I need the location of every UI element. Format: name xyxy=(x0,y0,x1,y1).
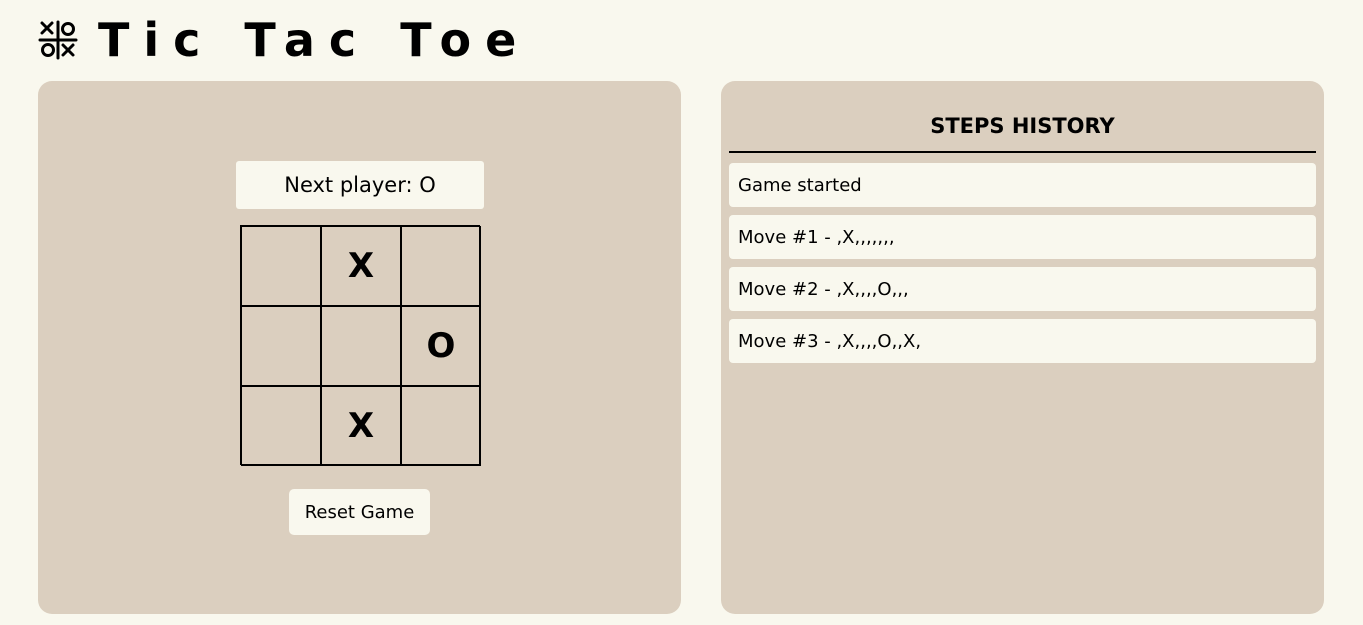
app-header: Tic Tac Toe xyxy=(38,14,530,66)
game-panel: Next player: O X O X Reset Game xyxy=(38,81,681,614)
history-item-move-3[interactable]: Move #3 - ,X,,,,O,,X, xyxy=(729,319,1316,363)
reset-game-button[interactable]: Reset Game xyxy=(289,489,430,535)
board-cell-4[interactable] xyxy=(241,306,321,386)
board-cell-2[interactable]: X xyxy=(321,226,401,306)
history-title: STEPS HISTORY xyxy=(729,101,1316,153)
game-board: X O X xyxy=(240,225,481,466)
history-item-start[interactable]: Game started xyxy=(729,163,1316,207)
history-list: Game started Move #1 - ,X,,,,,,, Move #2… xyxy=(729,163,1316,371)
board-cell-8[interactable]: X xyxy=(321,386,401,466)
board-cell-6[interactable]: O xyxy=(401,306,481,386)
page-title: Tic Tac Toe xyxy=(98,13,531,67)
next-player-status: Next player: O xyxy=(236,161,484,209)
history-panel: STEPS HISTORY Game started Move #1 - ,X,… xyxy=(721,81,1324,614)
board-cell-5[interactable] xyxy=(321,306,401,386)
board-cell-7[interactable] xyxy=(241,386,321,466)
tic-tac-toe-grid-icon xyxy=(38,20,78,60)
board-cell-1[interactable] xyxy=(241,226,321,306)
history-item-move-2[interactable]: Move #2 - ,X,,,,O,,, xyxy=(729,267,1316,311)
board-cell-3[interactable] xyxy=(401,226,481,306)
history-item-move-1[interactable]: Move #1 - ,X,,,,,,, xyxy=(729,215,1316,259)
board-cell-9[interactable] xyxy=(401,386,481,466)
